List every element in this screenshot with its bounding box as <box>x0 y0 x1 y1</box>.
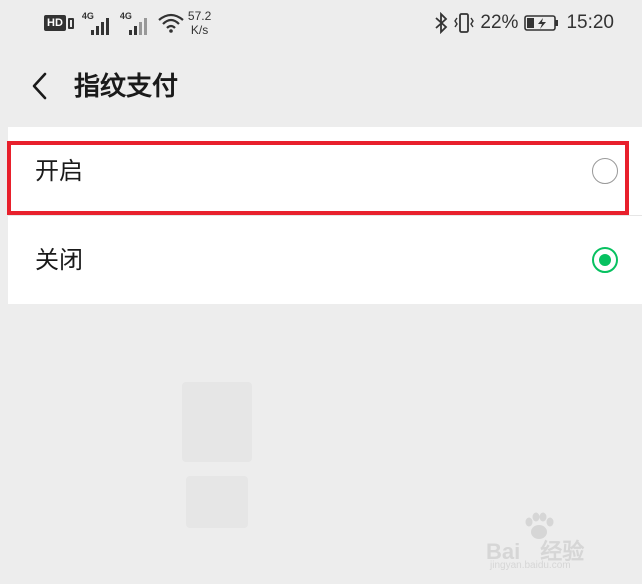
network-speed: 57.2 K/s <box>188 9 211 37</box>
hd-sim-icon <box>67 17 74 29</box>
network-speed-unit: K/s <box>190 23 209 37</box>
option-label: 关闭 <box>35 246 83 274</box>
ghost-shape <box>186 476 248 528</box>
radio-unchecked-icon[interactable] <box>592 158 618 184</box>
nav-bar: 指纹支付 <box>0 46 642 128</box>
clock: 15:20 <box>566 12 614 33</box>
back-button[interactable] <box>22 68 58 104</box>
page-title: 指纹支付 <box>74 72 179 102</box>
radio-dot <box>598 253 611 266</box>
status-bar-left: HD 4G 4G 57.2 K/s <box>44 8 211 38</box>
battery-percent: 22% <box>480 12 519 33</box>
hd-icon: HD <box>44 15 74 31</box>
option-label: 开启 <box>35 157 83 185</box>
watermark-url: jingyan.baidu.com <box>490 560 571 571</box>
network-speed-value: 57.2 <box>187 9 212 23</box>
radio-checked-icon[interactable] <box>592 247 618 273</box>
chevron-left-icon <box>32 72 47 100</box>
option-row-enable[interactable]: 开启 <box>8 127 642 215</box>
option-row-disable[interactable]: 关闭 <box>8 215 642 304</box>
status-bar-right: 22% 15:20 <box>428 8 614 38</box>
bluetooth-icon <box>435 12 448 34</box>
ghost-shape <box>182 382 252 462</box>
signal-icon-sim1: 4G <box>82 11 114 35</box>
watermark: Bai 经验 jingyan.baidu.com <box>486 512 608 574</box>
battery-charging-icon <box>524 15 559 31</box>
signal-bars-icon <box>128 18 147 35</box>
signal-icon-sim2: 4G <box>120 11 152 35</box>
status-bar: HD 4G 4G 57.2 K/s 22% 15:20 <box>0 0 642 46</box>
signal-bars-icon <box>90 18 109 35</box>
option-list: 开启 关闭 <box>8 127 642 304</box>
wifi-icon <box>158 13 184 33</box>
vibrate-icon <box>454 13 475 33</box>
hd-label: HD <box>44 15 66 31</box>
